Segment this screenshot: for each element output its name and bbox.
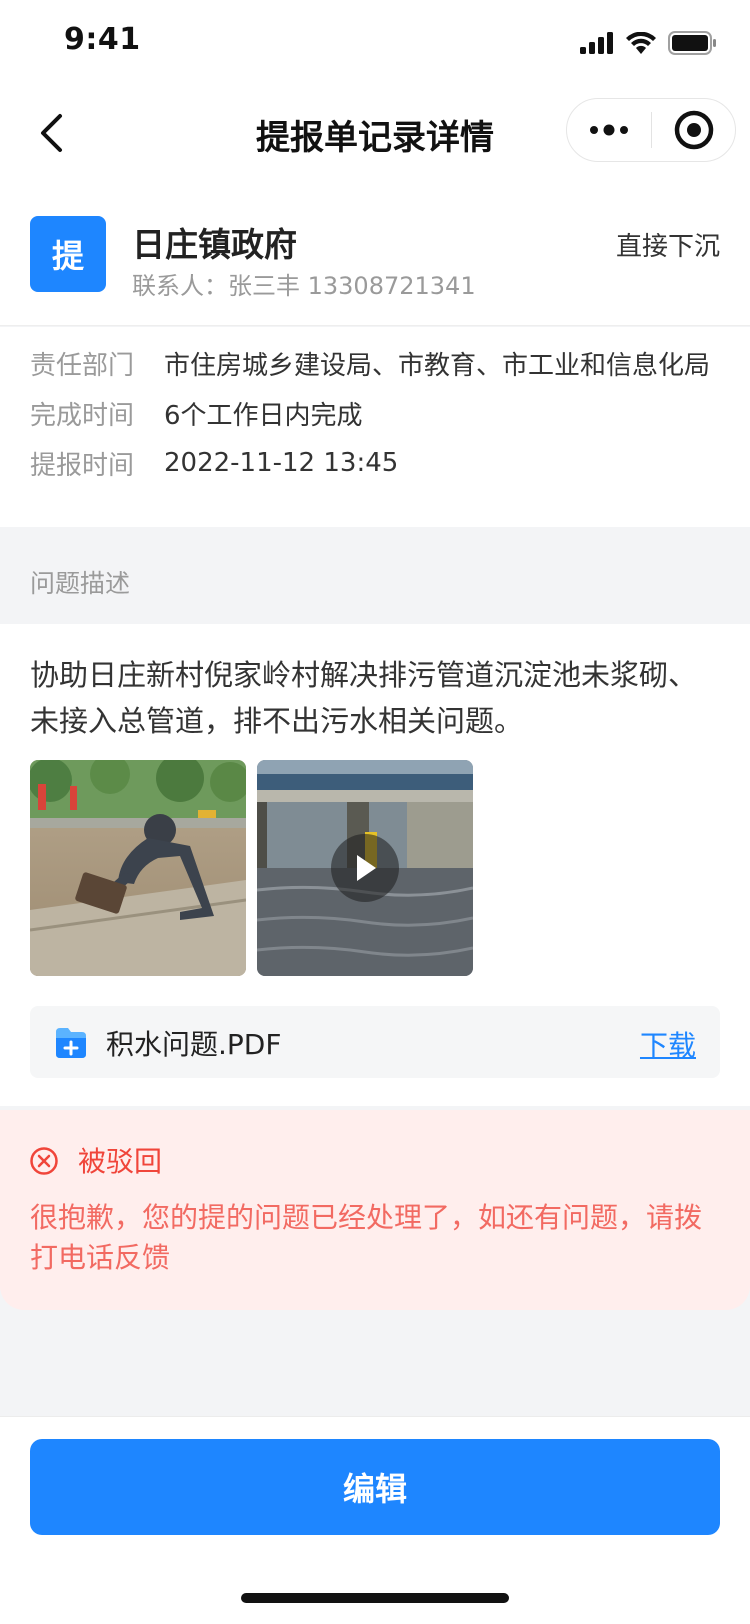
info-card: 责任部门 市住房城乡建设局、市教育、市工业和信息化局 完成时间 6个工作日内完成…	[0, 327, 750, 527]
flood-worker-photo	[30, 760, 246, 976]
play-button[interactable]	[331, 834, 399, 902]
signal-icon	[580, 32, 613, 54]
info-label: 完成时间	[30, 400, 135, 431]
disposal-type: 直接下沉	[615, 232, 720, 262]
more-button[interactable]	[567, 99, 651, 161]
attachment-row[interactable]: 积水问题.PDF 下载	[30, 1006, 720, 1078]
navigation-bar: 提报单记录详情	[0, 88, 750, 178]
more-icon	[590, 124, 628, 136]
info-label: 提报时间	[30, 450, 135, 481]
info-row-deadline: 完成时间 6个工作日内完成	[30, 393, 363, 433]
info-label: 责任部门	[30, 350, 135, 381]
attachment-file-name: 积水问题.PDF	[106, 1028, 282, 1061]
rejection-status: 被驳回	[78, 1145, 163, 1178]
edit-button[interactable]: 编辑	[30, 1439, 720, 1535]
video-thumbnail[interactable]	[257, 760, 473, 976]
reject-circle-x-icon	[30, 1147, 58, 1175]
target-icon	[674, 110, 713, 150]
status-icons	[580, 28, 716, 58]
rejection-notice: 被驳回 很抱歉，您的提的问题已经处理了，如还有问题，请拨打电话反馈	[0, 1110, 750, 1310]
info-row-department: 责任部门 市住房城乡建设局、市教育、市工业和信息化局	[30, 343, 710, 383]
battery-icon	[668, 31, 716, 55]
description-card: 协助日庄新村倪家岭村解决排污管道沉淀池未浆砌、未接入总管道，排不出污水相关问题。	[0, 624, 750, 1106]
folder-add-icon	[56, 1028, 86, 1058]
wifi-icon	[626, 32, 656, 54]
rejection-message: 很抱歉，您的提的问题已经处理了，如还有问题，请拨打电话反馈	[30, 1201, 703, 1274]
info-value: 市住房城乡建设局、市教育、市工业和信息化局	[164, 350, 711, 381]
download-link[interactable]: 下载	[640, 1024, 696, 1064]
photo-thumbnail[interactable]	[30, 760, 246, 976]
play-icon	[357, 855, 376, 881]
contact-info: 联系人：张三丰 13308721341	[132, 272, 476, 300]
close-miniprogram-button[interactable]	[652, 99, 735, 161]
org-name: 日庄镇政府	[132, 225, 297, 264]
report-type-badge: 提	[30, 216, 106, 292]
status-bar: 9:41	[0, 0, 750, 88]
status-time: 9:41	[64, 22, 141, 57]
mini-program-capsule	[566, 98, 736, 162]
bottom-action-bar: 编辑	[0, 1416, 750, 1624]
info-value: 6个工作日内完成	[164, 400, 363, 431]
info-value: 2022-11-12 13:45	[164, 448, 399, 478]
report-header: 提 日庄镇政府 联系人：张三丰 13308721341 直接下沉	[0, 178, 750, 326]
description-text: 协助日庄新村倪家岭村解决排污管道沉淀池未浆砌、未接入总管道，排不出污水相关问题。	[30, 658, 698, 738]
home-indicator	[241, 1593, 509, 1603]
info-row-submit-time: 提报时间 2022-11-12 13:45	[30, 443, 398, 483]
section-title: 问题描述	[30, 569, 131, 598]
